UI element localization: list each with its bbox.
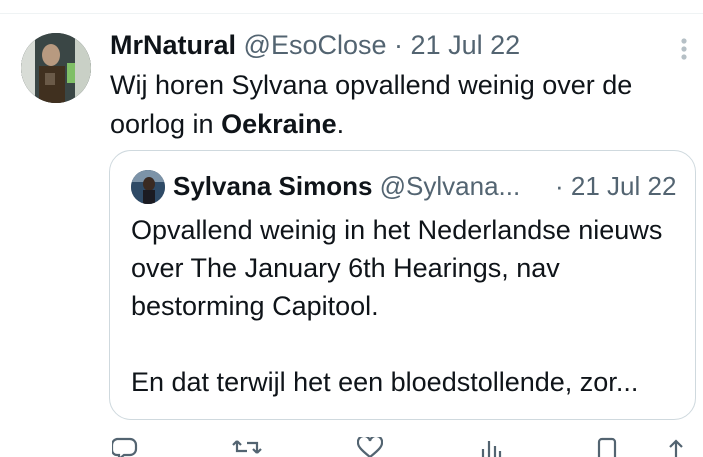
reply-icon [112, 437, 138, 457]
retweet-button[interactable] [232, 437, 262, 457]
views-button[interactable] [480, 437, 502, 457]
bookmark-icon [596, 437, 618, 457]
quote-handle: @Sylvana... [379, 171, 521, 201]
views-icon [480, 437, 502, 457]
quote-paragraph-2: En dat terwijl het een bloedstollende, z… [131, 367, 639, 397]
tweet-text-main: Wij horen Sylvana opvallend weinig over … [110, 70, 633, 139]
reply-button[interactable] [112, 437, 138, 457]
like-button[interactable] [357, 437, 383, 457]
bookmark-button[interactable] [596, 437, 618, 457]
quote-avatar [131, 170, 165, 204]
heart-icon [357, 437, 383, 457]
avatar[interactable] [21, 33, 91, 103]
quoted-tweet-card[interactable]: Sylvana Simons @Sylvana... · 21 Jul 22 O… [109, 150, 696, 420]
separator-dot: · [394, 30, 404, 60]
handle[interactable]: @EsoClose [244, 30, 387, 60]
retweet-icon [232, 437, 262, 457]
tweet-text-link[interactable]: Oekraine [221, 109, 337, 139]
action-bar [110, 437, 690, 457]
top-divider [0, 13, 703, 14]
quote-text: Opvallend weinig in het Nederlandse nieu… [131, 211, 683, 401]
quote-date: · 21 Jul 22 [555, 171, 677, 201]
tweet-text: Wij horen Sylvana opvallend weinig over … [110, 66, 680, 144]
share-icon [666, 437, 686, 457]
quote-display-name: Sylvana Simons [173, 171, 373, 201]
quote-paragraph-1: Opvallend weinig in het Nederlandse nieu… [131, 215, 663, 321]
quote-header: Sylvana Simons @Sylvana... [173, 169, 520, 203]
share-button[interactable] [666, 437, 686, 457]
tweet-date[interactable]: 21 Jul 22 [411, 30, 521, 60]
display-name[interactable]: MrNatural [110, 30, 236, 60]
tweet-text-end: . [336, 109, 345, 139]
more-vertical-icon[interactable] [676, 36, 692, 62]
tweet-header: MrNatural @EsoClose · 21 Jul 22 [110, 28, 520, 62]
